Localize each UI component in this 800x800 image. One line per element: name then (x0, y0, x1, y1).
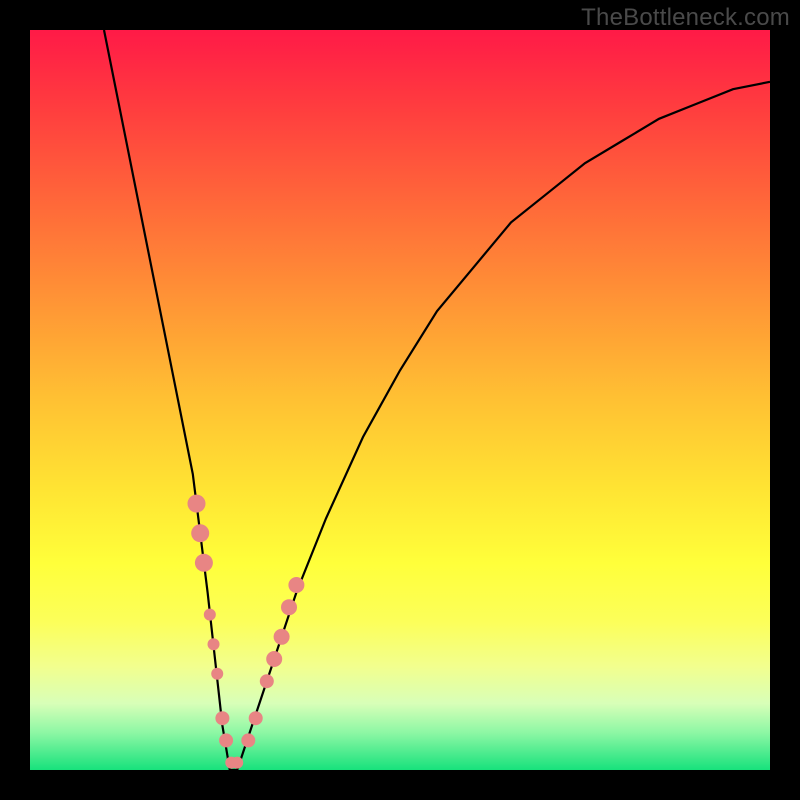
curve-marker (191, 524, 209, 542)
curve-marker (208, 638, 220, 650)
curve-marker (249, 711, 263, 725)
curve-marker (215, 711, 229, 725)
curve-marker (211, 668, 223, 680)
chart-svg (30, 30, 770, 770)
curve-marker (260, 674, 274, 688)
curve-marker (274, 629, 290, 645)
chart-frame: TheBottleneck.com (0, 0, 800, 800)
curve-marker (281, 599, 297, 615)
curve-marker (188, 495, 206, 513)
curve-marker (219, 733, 233, 747)
chart-plot-area (30, 30, 770, 770)
bottleneck-curve-path (104, 30, 770, 770)
curve-marker (204, 609, 216, 621)
curve-marker (241, 733, 255, 747)
curve-marker (288, 577, 304, 593)
marker-group (188, 495, 305, 769)
curve-marker (195, 554, 213, 572)
curve-marker (231, 757, 243, 769)
curve-marker (266, 651, 282, 667)
watermark-text: TheBottleneck.com (581, 4, 790, 32)
